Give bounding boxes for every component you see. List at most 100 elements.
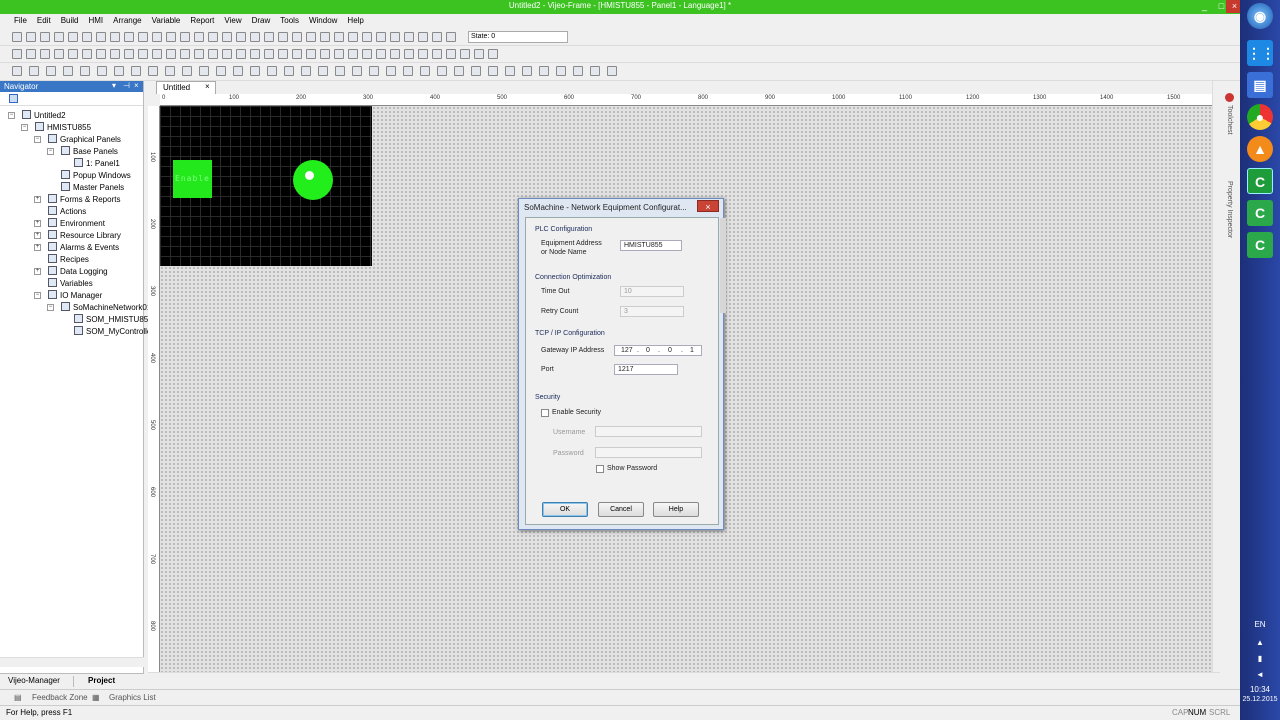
- toolbar-tool-icon[interactable]: [590, 66, 600, 76]
- toolbar-tool-icon[interactable]: [264, 49, 274, 59]
- tree-node[interactable]: SOM_HMISTU855: [74, 314, 153, 326]
- toolbar-tool-icon[interactable]: [454, 66, 464, 76]
- toolbar-tool-icon[interactable]: [446, 49, 456, 59]
- toolbar-tool-icon[interactable]: [306, 32, 316, 42]
- menu-variable[interactable]: Variable: [147, 14, 186, 27]
- tree-node[interactable]: − Untitled2: [8, 110, 66, 122]
- toolbar-tool-icon[interactable]: [26, 49, 36, 59]
- green-lamp[interactable]: [293, 160, 333, 200]
- toolbar-tool-icon[interactable]: [320, 49, 330, 59]
- expand-toggle-icon[interactable]: +: [34, 268, 41, 275]
- menu-arrange[interactable]: Arrange: [108, 14, 146, 27]
- volume-icon[interactable]: ◄: [1240, 670, 1280, 679]
- network-icon[interactable]: ▮: [1240, 654, 1280, 663]
- navigator-close-icon[interactable]: ×: [134, 81, 139, 90]
- toolbar-tool-icon[interactable]: [446, 32, 456, 42]
- vlc-icon[interactable]: ▲: [1247, 136, 1273, 162]
- tree-node[interactable]: + Environment: [34, 218, 105, 230]
- toolbar-tool-icon[interactable]: [199, 66, 209, 76]
- equipment-address-input[interactable]: HMISTU855: [620, 240, 682, 251]
- toolbar-tool-icon[interactable]: [432, 32, 442, 42]
- tree-node[interactable]: Recipes: [48, 254, 89, 266]
- toolbar-tool-icon[interactable]: [318, 66, 328, 76]
- minimize-button[interactable]: _: [1196, 0, 1213, 13]
- expand-toggle-icon[interactable]: −: [8, 112, 15, 119]
- dialog-close-button[interactable]: ×: [697, 200, 719, 212]
- toolbar-tool-icon[interactable]: [390, 32, 400, 42]
- expand-toggle-icon[interactable]: +: [34, 244, 41, 251]
- explorer-icon[interactable]: ▤: [1247, 72, 1273, 98]
- toolbar-tool-icon[interactable]: [82, 32, 92, 42]
- toolbar-tool-icon[interactable]: [522, 66, 532, 76]
- navigator-menu-icon[interactable]: ▾: [112, 81, 116, 90]
- toolbar-tool-icon[interactable]: [278, 49, 288, 59]
- tab-vijeo-manager[interactable]: Vijeo-Manager: [8, 676, 74, 687]
- expand-toggle-icon[interactable]: −: [47, 148, 54, 155]
- expand-toggle-icon[interactable]: −: [34, 136, 41, 143]
- toolchest-tab[interactable]: Toolchest: [1226, 105, 1233, 135]
- apps-icon[interactable]: ⋮⋮: [1247, 40, 1275, 66]
- toolbar-tool-icon[interactable]: [505, 66, 515, 76]
- toolbar-tool-icon[interactable]: [278, 32, 288, 42]
- toolbar-tool-icon[interactable]: [29, 66, 39, 76]
- toolbar-tool-icon[interactable]: [556, 66, 566, 76]
- toolbar-tool-icon[interactable]: [63, 66, 73, 76]
- tree-node[interactable]: − Graphical Panels: [34, 134, 121, 146]
- toolbar-tool-icon[interactable]: [138, 49, 148, 59]
- vijeo-frame-icon[interactable]: C: [1247, 168, 1273, 194]
- toolbar-tool-icon[interactable]: [96, 49, 106, 59]
- toolbar-tool-icon[interactable]: [208, 49, 218, 59]
- toolbar-tool-icon[interactable]: [40, 32, 50, 42]
- toolbar-tool-icon[interactable]: [180, 49, 190, 59]
- record-icon[interactable]: [1225, 93, 1234, 102]
- ip-octet-4[interactable]: 1: [690, 347, 694, 354]
- ok-button[interactable]: OK: [542, 502, 588, 517]
- toolbar-tool-icon[interactable]: [334, 32, 344, 42]
- toolbar-tool-icon[interactable]: [222, 49, 232, 59]
- menu-report[interactable]: Report: [185, 14, 219, 27]
- toolbar-tool-icon[interactable]: [250, 66, 260, 76]
- toolbar-tool-icon[interactable]: [348, 32, 358, 42]
- property-inspector-tab[interactable]: Property Inspector: [1226, 181, 1233, 238]
- toolbar-tool-icon[interactable]: [26, 32, 36, 42]
- show-password-checkbox[interactable]: [596, 465, 604, 473]
- menu-tools[interactable]: Tools: [275, 14, 304, 27]
- menu-file[interactable]: File: [9, 14, 32, 27]
- toolbar-tool-icon[interactable]: [284, 66, 294, 76]
- toolbar-tool-icon[interactable]: [420, 66, 430, 76]
- toolbar-tool-icon[interactable]: [12, 32, 22, 42]
- menu-edit[interactable]: Edit: [32, 14, 56, 27]
- tree-node[interactable]: Actions: [48, 206, 86, 218]
- toolbar-tool-icon[interactable]: [404, 49, 414, 59]
- tab-graphics-list[interactable]: Graphics List: [109, 693, 156, 702]
- enable-switch[interactable]: Enable: [173, 160, 212, 198]
- expand-toggle-icon[interactable]: +: [34, 220, 41, 227]
- language-indicator[interactable]: EN: [1240, 620, 1280, 629]
- toolbar-tool-icon[interactable]: [267, 66, 277, 76]
- toolbar-tool-icon[interactable]: [488, 66, 498, 76]
- toolbar-tool-icon[interactable]: [418, 32, 428, 42]
- menu-build[interactable]: Build: [56, 14, 84, 27]
- tab-untitled[interactable]: Untitled ×: [156, 81, 216, 94]
- ip-octet-1[interactable]: 127: [621, 347, 633, 354]
- toolbar-tool-icon[interactable]: [236, 32, 246, 42]
- toolbar-tool-icon[interactable]: [124, 49, 134, 59]
- toolbar-tool-icon[interactable]: [539, 66, 549, 76]
- menu-hmi[interactable]: HMI: [83, 14, 108, 27]
- toolbar-tool-icon[interactable]: [182, 66, 192, 76]
- help-button[interactable]: Help: [653, 502, 699, 517]
- clock-date[interactable]: 25.12.2015: [1240, 696, 1280, 703]
- toolbar-tool-icon[interactable]: [46, 66, 56, 76]
- toolbar-tool-icon[interactable]: [352, 66, 362, 76]
- tree-node[interactable]: Popup Windows: [61, 170, 131, 182]
- toolbar-tool-icon[interactable]: [80, 66, 90, 76]
- toolbar-tool-icon[interactable]: [216, 66, 226, 76]
- toolbar-tool-icon[interactable]: [301, 66, 311, 76]
- tree-node[interactable]: + Resource Library: [34, 230, 121, 242]
- tree-node[interactable]: − IO Manager: [34, 290, 102, 302]
- toolbar-tool-icon[interactable]: [376, 32, 386, 42]
- toolbar-tool-icon[interactable]: [12, 66, 22, 76]
- toolbar-tool-icon[interactable]: [82, 49, 92, 59]
- ip-octet-2[interactable]: 0: [646, 347, 650, 354]
- somachine-2-icon[interactable]: C: [1247, 232, 1273, 258]
